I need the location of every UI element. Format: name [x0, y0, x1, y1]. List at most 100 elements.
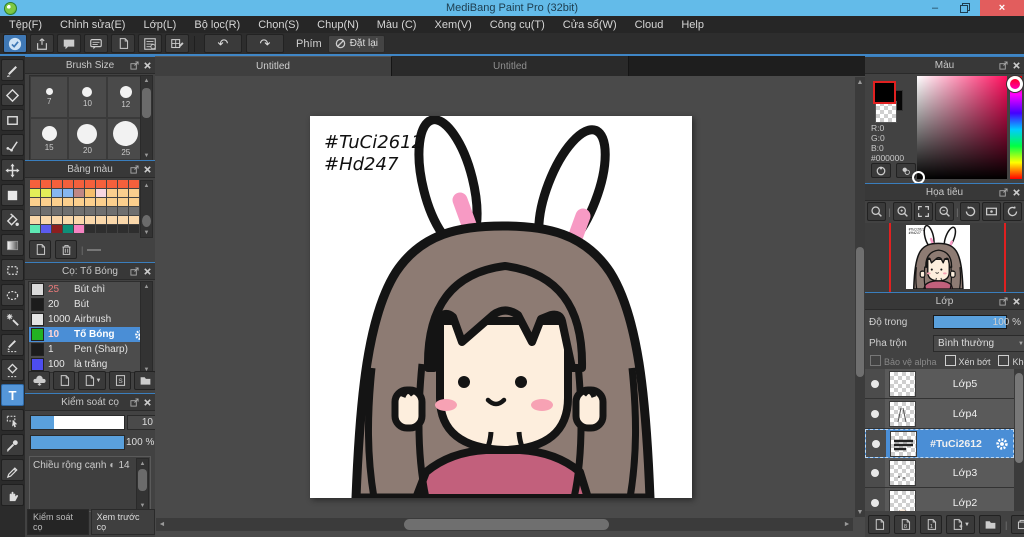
palette-swatch[interactable] — [129, 189, 139, 197]
palette-swatch[interactable] — [118, 189, 128, 197]
brush-control-header[interactable]: Kiểm soát cọ — [25, 394, 155, 411]
menu-file[interactable]: Tệp(F) — [0, 19, 51, 31]
navigator-thumbnail[interactable] — [906, 225, 970, 289]
palette-swatch[interactable] — [96, 207, 106, 215]
document-tab-active[interactable]: Untitled — [155, 56, 392, 76]
fill-rect-tool[interactable] — [1, 184, 24, 206]
close-icon[interactable] — [143, 398, 152, 407]
palette-swatch[interactable] — [41, 198, 51, 206]
move-tool[interactable] — [1, 159, 24, 181]
brush-list-scrollbar[interactable]: ▲ ▼ — [140, 281, 153, 375]
add-layer-menu-button[interactable]: ▼ — [946, 515, 975, 534]
add-1bit-layer-button[interactable]: 1 — [920, 515, 942, 534]
layer-visibility[interactable] — [865, 458, 885, 487]
palette-swatch[interactable] — [52, 207, 62, 215]
rotate-right-button[interactable] — [1002, 202, 1022, 221]
object-select-tool[interactable] — [1, 409, 24, 431]
popup-icon[interactable] — [130, 267, 139, 276]
layer-settings-gear-icon[interactable] — [995, 437, 1009, 451]
select-pen-tool[interactable] — [1, 334, 24, 356]
transparent-color-swatch[interactable] — [875, 101, 897, 123]
close-icon[interactable] — [143, 267, 152, 276]
add-8bit-layer-button[interactable]: 8 — [894, 515, 916, 534]
palette-swatch[interactable] — [52, 189, 62, 197]
popup-icon[interactable] — [999, 188, 1008, 197]
palette-swatch[interactable] — [129, 216, 139, 224]
eraser-tool[interactable] — [1, 84, 24, 106]
layer-row[interactable]: Lớp2 — [865, 488, 1014, 511]
maximize-button[interactable] — [950, 0, 980, 16]
scroll-left-icon[interactable]: ◄ — [156, 518, 168, 531]
palette-swatch[interactable] — [107, 180, 117, 188]
palette-swatch[interactable] — [74, 189, 84, 197]
lasso-select-tool[interactable] — [1, 284, 24, 306]
fit-screen-button[interactable] — [913, 202, 933, 221]
scroll-up-icon[interactable]: ▲ — [137, 459, 148, 468]
scroll-thumb[interactable] — [142, 215, 151, 227]
popup-icon[interactable] — [999, 297, 1008, 306]
new-color-button[interactable] — [29, 240, 51, 259]
palette-swatch[interactable] — [30, 180, 40, 188]
palette-swatch[interactable] — [96, 189, 106, 197]
palette-swatch[interactable] — [96, 216, 106, 224]
scroll-down-icon[interactable]: ▼ — [141, 151, 152, 160]
grid-edit-button[interactable] — [165, 34, 189, 53]
palette-swatch[interactable] — [52, 225, 62, 233]
scroll-thumb[interactable] — [138, 469, 147, 491]
palette-swatch[interactable] — [74, 180, 84, 188]
brush-size-option[interactable]: 15 — [30, 118, 69, 160]
hand-tool[interactable] — [1, 484, 24, 506]
menu-help[interactable]: Help — [672, 19, 713, 31]
palette-swatch[interactable] — [85, 207, 95, 215]
palette-swatch[interactable] — [107, 216, 117, 224]
brush-size-scrollbar[interactable]: ▲ ▼ — [140, 75, 153, 161]
brush-size-option[interactable]: 10 — [68, 76, 107, 118]
foreground-color-swatch[interactable] — [873, 81, 896, 104]
close-icon[interactable] — [143, 61, 152, 70]
undo-button[interactable]: ↶ — [204, 34, 242, 53]
reset-button[interactable]: Đặt lại — [327, 34, 386, 53]
tab-brush-control[interactable]: Kiểm soát cọ — [27, 509, 89, 535]
brush-param-row[interactable]: Chiều rộng cạnh ◐ 14 — [30, 457, 150, 471]
layer-row-selected[interactable]: #TuCi2612 — [865, 429, 1014, 458]
scroll-right-icon[interactable]: ► — [841, 518, 853, 531]
menu-tools[interactable]: Công cụ(T) — [481, 19, 554, 31]
bucket-tool[interactable] — [1, 209, 24, 231]
saturation-brightness-box[interactable] — [917, 76, 1007, 179]
color-wheel-button[interactable] — [871, 163, 891, 178]
palette-swatch[interactable] — [129, 180, 139, 188]
brush-row[interactable]: 1 Pen (Sharp) — [29, 342, 149, 357]
layer-scrollbar[interactable] — [1014, 369, 1024, 511]
palette-swatch[interactable] — [118, 198, 128, 206]
palette-swatch[interactable] — [63, 216, 73, 224]
draft-pen-tool[interactable] — [1, 459, 24, 481]
minimize-button[interactable]: – — [920, 0, 950, 16]
navigator-header[interactable]: Họa tiêu — [865, 184, 1024, 201]
tab-brush-preview[interactable]: Xem trước cọ — [90, 509, 155, 535]
history-list-button[interactable] — [138, 34, 162, 53]
palette-swatch[interactable] — [107, 198, 117, 206]
add-brush-menu-button[interactable]: ▼ — [78, 371, 106, 390]
menu-cloud[interactable]: Cloud — [626, 19, 673, 31]
brush-width-slider[interactable] — [30, 415, 125, 430]
palette-swatch[interactable] — [30, 207, 40, 215]
layer-visibility[interactable] — [865, 399, 885, 428]
palette-swatch[interactable] — [30, 189, 40, 197]
palette-swatch[interactable] — [41, 225, 51, 233]
color-header[interactable]: Màu — [865, 57, 1024, 74]
document-tab[interactable]: Untitled — [392, 56, 629, 76]
brush-row[interactable]: 20 Bút — [29, 297, 149, 312]
select-eraser-tool[interactable] — [1, 359, 24, 381]
rotate-left-button[interactable] — [960, 202, 980, 221]
zoom-in-button[interactable] — [892, 202, 912, 221]
scroll-thumb[interactable] — [404, 519, 609, 530]
scroll-up-icon[interactable]: ▲ — [855, 77, 865, 87]
palette-swatch[interactable] — [85, 189, 95, 197]
canvas-vertical-scrollbar[interactable]: ▲ ▼ — [855, 77, 865, 517]
palette-swatch[interactable] — [63, 189, 73, 197]
scroll-thumb[interactable] — [856, 247, 864, 377]
menu-color[interactable]: Màu (C) — [368, 19, 426, 31]
pen-tool[interactable] — [1, 59, 24, 81]
layer-row[interactable]: Lớp5 — [865, 369, 1014, 399]
palette-swatch[interactable] — [52, 216, 62, 224]
